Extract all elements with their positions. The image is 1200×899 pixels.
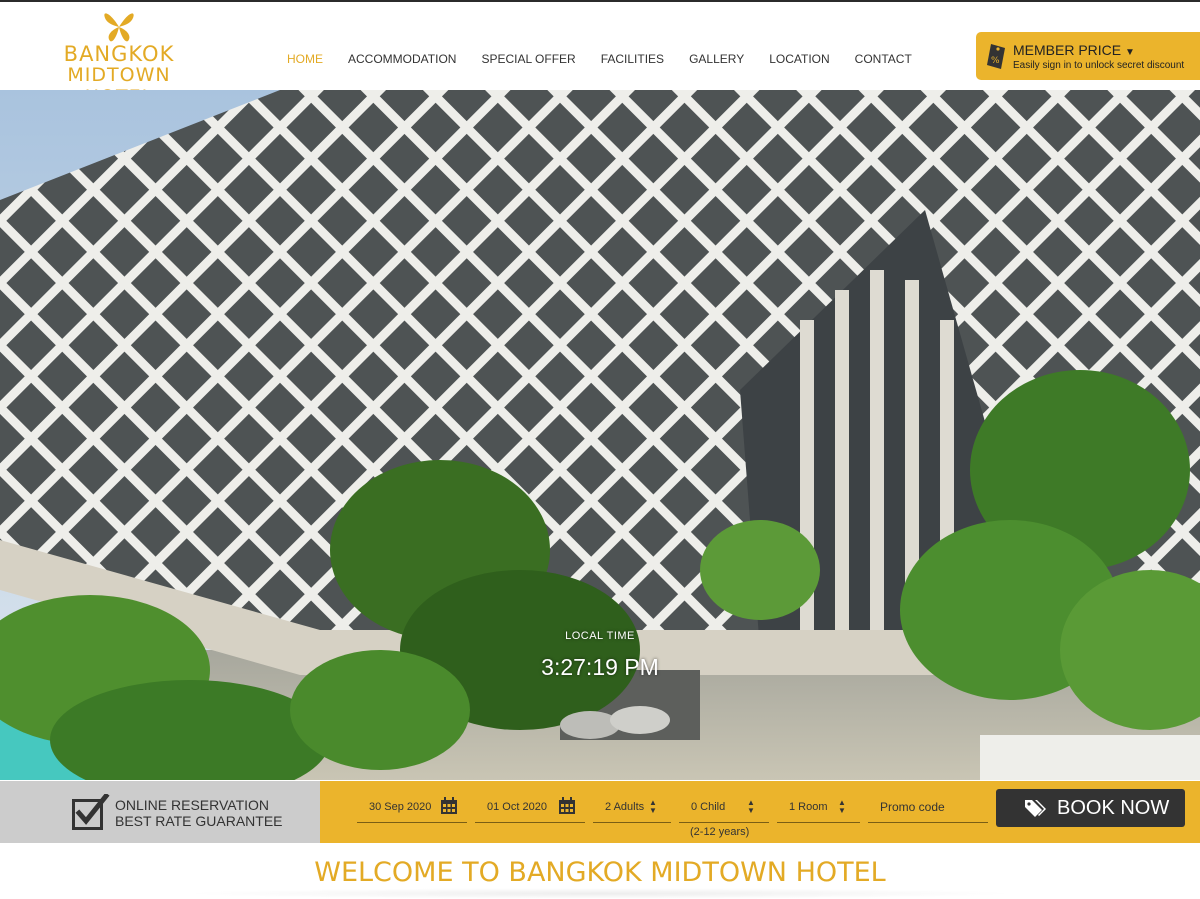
guarantee-line2: BEST RATE GUARANTEE xyxy=(115,813,283,829)
book-now-button[interactable]: BOOK NOW xyxy=(996,789,1185,827)
sort-arrows-icon: ▲ ▼ xyxy=(747,798,755,815)
children-select[interactable]: 0 Child ▲ ▼ xyxy=(679,795,769,823)
welcome-heading: WELCOME TO BANGKOK MIDTOWN HOTEL xyxy=(314,857,886,888)
main-nav: HOME ACCOMMODATION SPECIAL OFFER FACILIT… xyxy=(287,52,937,72)
member-price-title: MEMBER PRICE ▼ xyxy=(1013,42,1135,58)
checkout-date-value: 01 Oct 2020 xyxy=(487,801,547,813)
member-price-dropdown[interactable]: % MEMBER PRICE ▼ Easily sign in to unloc… xyxy=(976,32,1200,80)
nav-facilities[interactable]: FACILITIES xyxy=(601,52,664,72)
promo-code-input[interactable]: Promo code xyxy=(868,795,988,823)
welcome-divider-shadow xyxy=(180,888,1020,899)
checkout-date-field[interactable]: 01 Oct 2020 xyxy=(475,795,585,823)
checkbox-check-icon xyxy=(72,794,110,830)
caret-down-icon: ▼ xyxy=(1125,47,1135,58)
local-time-label: LOCAL TIME xyxy=(565,630,635,642)
sort-arrows-icon: ▲ ▼ xyxy=(838,798,846,815)
sort-arrows-icon: ▲ ▼ xyxy=(649,798,657,815)
nav-special-offer[interactable]: SPECIAL OFFER xyxy=(481,52,575,72)
calendar-icon xyxy=(559,797,575,814)
nav-contact[interactable]: CONTACT xyxy=(855,52,912,72)
nav-home[interactable]: HOME xyxy=(287,52,323,72)
nav-location[interactable]: LOCATION xyxy=(769,52,829,72)
children-age-note: (2-12 years) xyxy=(690,826,750,838)
checkin-date-field[interactable]: 30 Sep 2020 xyxy=(357,795,467,823)
logo-text-line1: BANGKOK xyxy=(63,42,175,66)
rooms-select[interactable]: 1 Room ▲ ▼ xyxy=(777,795,860,823)
nav-gallery[interactable]: GALLERY xyxy=(689,52,744,72)
local-time-value: 3:27:19 PM xyxy=(541,654,659,680)
hotel-logo[interactable]: BANGKOK MIDTOWN HOTEL xyxy=(34,10,204,108)
site-header: BANGKOK MIDTOWN HOTEL HOME ACCOMMODATION… xyxy=(0,2,1200,108)
adults-value: 2 Adults xyxy=(605,801,645,813)
calendar-icon xyxy=(441,797,457,814)
best-rate-guarantee: ONLINE RESERVATION BEST RATE GUARANTEE xyxy=(0,781,320,843)
children-value: 0 Child xyxy=(691,801,726,813)
member-price-subtitle: Easily sign in to unlock secret discount xyxy=(1013,60,1185,71)
adults-select[interactable]: 2 Adults ▲ ▼ xyxy=(593,795,671,823)
local-time-clock: LOCAL TIME 3:27:19 PM xyxy=(520,630,680,681)
rooms-value: 1 Room xyxy=(789,801,828,813)
svg-text:%: % xyxy=(991,56,1000,66)
promo-code-placeholder: Promo code xyxy=(880,800,945,814)
nav-accommodation[interactable]: ACCOMMODATION xyxy=(348,52,456,72)
tags-icon xyxy=(1025,800,1046,817)
guarantee-line1: ONLINE RESERVATION xyxy=(115,797,270,813)
butterfly-logo-icon xyxy=(104,13,134,42)
discount-tag-icon: % xyxy=(987,44,1005,69)
book-now-label: BOOK NOW xyxy=(1057,797,1170,819)
checkin-date-value: 30 Sep 2020 xyxy=(369,801,432,813)
booking-bar: ONLINE RESERVATION BEST RATE GUARANTEE 3… xyxy=(0,781,1200,843)
hero-banner: LOCAL TIME 3:27:19 PM xyxy=(0,90,1200,780)
